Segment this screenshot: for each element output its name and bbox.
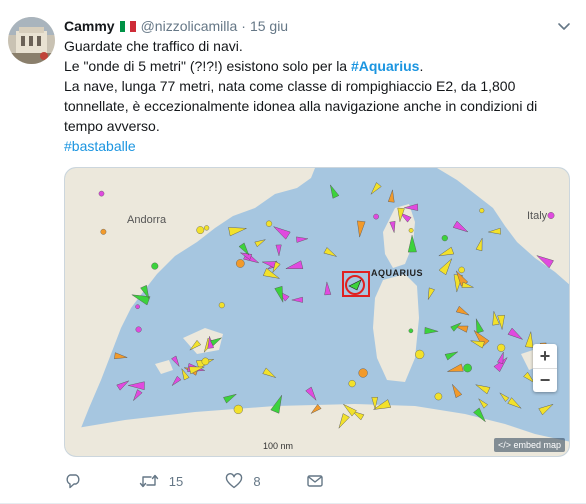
map-zoom-controls: + − <box>533 344 557 392</box>
vessel-anchored-marker <box>547 212 555 219</box>
vessel-anchored-marker <box>135 326 142 333</box>
retweet-button[interactable]: 15 <box>139 473 226 489</box>
map-label-italy: Italy <box>527 210 548 222</box>
tweet-line-2: Le "onde di 5 metri" (?!?!) esistono sol… <box>64 56 534 76</box>
vessel-anchored-marker <box>348 380 356 388</box>
vessel-anchored-marker <box>441 234 448 242</box>
vessel-anchored-marker <box>458 266 465 274</box>
vessel-anchored-marker <box>233 404 243 415</box>
vessel-anchored-marker <box>196 226 205 234</box>
tweet-text: Guardate che traffico di navi. Le "onde … <box>64 36 538 156</box>
like-count: 8 <box>253 473 261 489</box>
retweet-icon <box>139 473 159 489</box>
map-label-aquarius: AQUARIUS <box>371 268 424 278</box>
map-image[interactable]: Andorra Italy AQUARIUS + − 100 nm </> em… <box>64 167 570 457</box>
vessel-anchored-marker <box>497 343 506 352</box>
zoom-in-button[interactable]: + <box>533 344 557 368</box>
tweet-line-3: La nave, lunga 77 metri, nata come class… <box>64 78 516 94</box>
vessel-anchored-marker <box>235 259 245 268</box>
reply-icon <box>64 473 82 489</box>
tweet-line-4: tonnellate, è eccezionalmente idonea all… <box>64 98 538 114</box>
vessel-anchored-marker <box>479 208 485 214</box>
avatar[interactable] <box>8 17 55 64</box>
author-name[interactable]: Cammy <box>64 18 115 34</box>
hashtag-bastaballe[interactable]: #bastaballe <box>64 138 136 154</box>
vessel-anchored-marker <box>373 213 379 220</box>
separator: · <box>241 18 246 34</box>
tweet-line-2-text: Le "onde di 5 metri" (?!?!) esistono sol… <box>64 58 351 74</box>
vessel-anchored-marker <box>463 363 472 373</box>
author-handle[interactable]: @nizzolicamilla <box>141 18 238 34</box>
tweet-line-5: tempo avverso. <box>64 118 160 134</box>
vessel-anchored-marker <box>408 328 414 334</box>
dm-button[interactable] <box>306 473 324 489</box>
vessel-anchored-marker <box>358 368 368 378</box>
vessel-anchored-marker <box>204 225 210 231</box>
map-graphic <box>65 168 569 456</box>
tweet-time[interactable]: 15 giu <box>250 18 288 34</box>
chevron-down-icon[interactable] <box>556 18 572 34</box>
reply-button[interactable] <box>64 473 139 489</box>
tweet-line-6: #bastaballe <box>64 136 534 156</box>
tweet-line-2-end: . <box>419 58 424 74</box>
vessel-anchored-marker <box>408 228 414 233</box>
tweet-header: Cammy @nizzolicamilla · 15 giu <box>64 16 288 36</box>
like-button[interactable]: 8 <box>225 473 306 489</box>
italy-flag-icon <box>119 20 136 32</box>
zoom-out-button[interactable]: − <box>533 368 557 392</box>
retweet-count: 15 <box>168 473 184 489</box>
heart-icon <box>225 473 243 489</box>
map-scale: 100 nm <box>263 441 294 451</box>
vessel-anchored-marker <box>201 357 210 366</box>
mail-icon <box>306 473 324 489</box>
map-label-andorra: Andorra <box>127 214 167 226</box>
vessel-anchored-marker <box>218 302 225 309</box>
vessel-anchored-marker <box>265 220 273 227</box>
vessel-anchored-marker <box>100 228 107 235</box>
vessel-anchored-marker <box>135 304 140 309</box>
embed-map-label[interactable]: </> embed map <box>493 438 565 452</box>
hashtag-aquarius[interactable]: #Aquarius <box>351 58 419 74</box>
vessel-anchored-marker <box>434 392 443 401</box>
tweet-card[interactable]: Cammy @nizzolicamilla · 15 giu Guardate … <box>0 0 586 504</box>
tweet-actions: 15 8 <box>64 471 324 491</box>
vessel-anchored-marker <box>151 262 159 270</box>
vessel-anchored-marker <box>98 190 105 197</box>
tweet-line-1: Guardate che traffico di navi. <box>64 38 243 54</box>
vessel-anchored-marker <box>415 349 425 360</box>
